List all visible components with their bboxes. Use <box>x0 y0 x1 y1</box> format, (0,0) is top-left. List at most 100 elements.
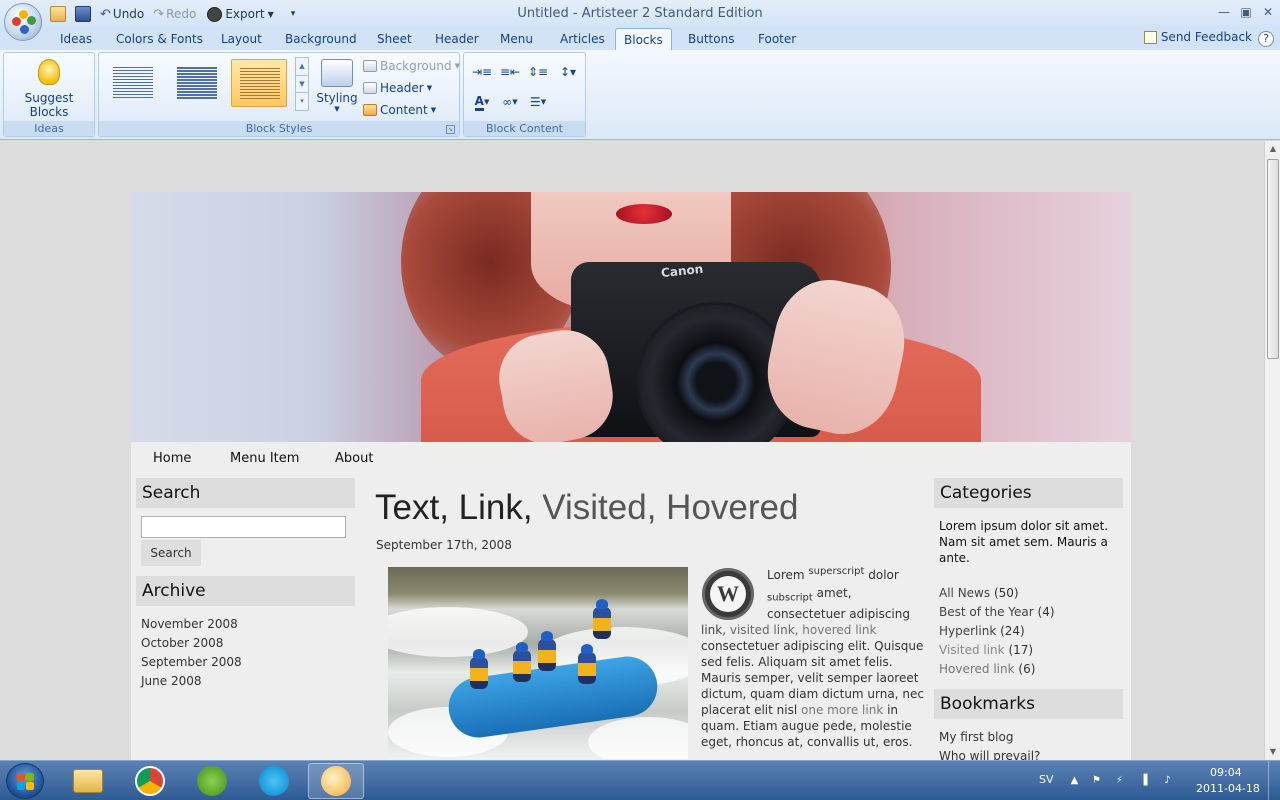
start-button[interactable] <box>6 763 44 799</box>
block-style-option-1[interactable] <box>105 59 161 107</box>
action-center-icon[interactable]: ⚑ <box>1090 775 1103 787</box>
post-visited-link[interactable]: visited link, <box>730 623 799 637</box>
taskbar-artisteer[interactable] <box>308 763 364 799</box>
font-color-icon[interactable]: A ▼ <box>468 93 496 111</box>
tab-sheet[interactable]: Sheet <box>369 28 420 50</box>
suggest-blocks-button[interactable]: Suggest Blocks <box>6 59 92 119</box>
taskbar-skype[interactable] <box>246 763 302 799</box>
post-title-hovered: Hovered <box>666 488 799 527</box>
styling-button[interactable]: Styling ▼ <box>315 59 359 113</box>
link-style-icon[interactable]: ∞ ▼ <box>496 93 524 111</box>
category-name: Hovered link <box>939 662 1015 676</box>
clock-date[interactable]: 2011-04-18 <box>1196 782 1260 795</box>
bookmark-item[interactable]: Who will prevail? <box>939 749 1040 760</box>
nav-item-about[interactable]: About <box>335 451 373 466</box>
background-dropdown[interactable]: Background ▼ <box>363 57 460 75</box>
restore-button[interactable]: ▣ <box>1235 3 1257 21</box>
archive-item[interactable]: October 2008 <box>141 636 223 650</box>
show-hidden-icons[interactable]: ▲ <box>1068 775 1081 787</box>
subscript-text: subscript <box>767 592 813 604</box>
search-input[interactable] <box>141 516 346 538</box>
archive-item[interactable]: June 2008 <box>141 674 202 688</box>
vertical-scrollbar[interactable]: ▲ ▼ <box>1264 141 1280 760</box>
post-line-9a: placerat elit nisl <box>701 703 802 717</box>
lips-shape <box>616 204 672 224</box>
line-spacing-icon[interactable]: ⇕≡ <box>524 63 552 81</box>
archive-item[interactable]: September 2008 <box>141 655 242 669</box>
post-hovered-link[interactable]: hovered link <box>802 623 876 637</box>
outdent-icon[interactable]: ≡⇤ <box>496 63 524 81</box>
taskbar-chrome[interactable] <box>122 763 178 799</box>
wordpress-icon-inner: W <box>710 576 746 612</box>
header-dropdown[interactable]: Header ▼ <box>363 79 432 97</box>
feedback-icon <box>1143 30 1157 44</box>
windows-logo-icon <box>26 782 34 790</box>
orb-dot-icon <box>27 16 36 25</box>
clock-time[interactable]: 09:04 <box>1210 766 1242 779</box>
network-icon[interactable]: ▐ <box>1137 775 1150 787</box>
tab-background[interactable]: Background <box>277 28 365 50</box>
gallery-up-icon[interactable]: ▲ <box>296 58 308 75</box>
gallery-more-icon[interactable]: ▾ <box>296 92 308 109</box>
paragraph-spacing-icon[interactable]: ↕▾ <box>554 63 582 81</box>
post-title[interactable]: Text, Link, Visited, Hovered <box>375 488 798 528</box>
category-count: (50) <box>993 586 1019 600</box>
close-button[interactable]: ✕ <box>1257 3 1279 21</box>
tab-colors-fonts[interactable]: Colors & Fonts <box>108 28 211 50</box>
scrollbar-thumb[interactable] <box>1267 159 1279 359</box>
categories-text-line: Lorem ipsum dolor sit amet. <box>939 519 1109 533</box>
taskbar-spotify[interactable] <box>184 763 240 799</box>
power-icon[interactable]: ⚡ <box>1113 775 1126 787</box>
category-item[interactable]: All News (50) <box>939 586 1019 600</box>
tab-ideas[interactable]: Ideas <box>52 28 100 50</box>
block-style-option-2[interactable] <box>169 59 225 107</box>
block-style-preview <box>177 67 217 99</box>
lightbulb-icon <box>38 59 60 85</box>
scroll-up-icon[interactable]: ▲ <box>1265 141 1280 157</box>
one-more-link[interactable]: one more link <box>801 703 883 717</box>
taskbar-explorer[interactable] <box>60 763 116 799</box>
minimize-button[interactable]: — <box>1213 3 1235 21</box>
rafter <box>513 650 531 682</box>
show-desktop-button[interactable] <box>1268 761 1280 800</box>
nav-item-home[interactable]: Home <box>153 451 191 466</box>
language-indicator[interactable]: SV <box>1039 773 1054 786</box>
gallery-down-icon[interactable]: ▼ <box>296 75 308 92</box>
scroll-down-icon[interactable]: ▼ <box>1265 744 1280 760</box>
tab-buttons[interactable]: Buttons <box>680 28 742 50</box>
block-style-option-3-selected[interactable] <box>231 59 287 107</box>
tab-footer[interactable]: Footer <box>750 28 804 50</box>
bullet-list-icon[interactable]: ☰ ▼ <box>524 93 552 111</box>
category-item[interactable]: Visited link (17) <box>939 643 1033 657</box>
tab-blocks[interactable]: Blocks <box>615 28 672 50</box>
help-button[interactable]: ? <box>1258 31 1274 47</box>
content-dropdown[interactable]: Content ▼ <box>363 101 436 119</box>
category-item[interactable]: Best of the Year (4) <box>939 605 1055 619</box>
design-preview-area: Canon Home Menu Item About Search Search… <box>0 141 1264 760</box>
category-item[interactable]: Hovered link (6) <box>939 662 1035 676</box>
category-item[interactable]: Hyperlink (24) <box>939 624 1025 638</box>
helmet <box>596 599 608 609</box>
archive-item[interactable]: November 2008 <box>141 617 238 631</box>
post-link[interactable]: link, <box>701 623 726 637</box>
categories-text-line: Nam sit amet sem. Mauris a <box>939 535 1108 549</box>
search-button[interactable]: Search <box>141 540 201 566</box>
tab-header[interactable]: Header <box>427 28 487 50</box>
tab-menu[interactable]: Menu <box>492 28 541 50</box>
bookmark-item[interactable]: My first blog <box>939 730 1013 744</box>
nav-item-menu-item[interactable]: Menu Item <box>230 451 299 466</box>
category-count: (6) <box>1018 662 1036 676</box>
indent-icon[interactable]: ⇥≡ <box>468 63 496 81</box>
send-feedback-button[interactable]: Send Feedback <box>1143 30 1252 44</box>
volume-icon[interactable]: ♪ <box>1161 775 1174 787</box>
header-image: Canon <box>131 192 1131 442</box>
application-menu-button[interactable] <box>4 3 42 41</box>
tab-articles[interactable]: Articles <box>552 28 613 50</box>
windows-taskbar: SV ▲ ⚑ ⚡ ▐ ♪ 09:04 2011-04-18 <box>0 760 1280 800</box>
gallery-scroll[interactable]: ▲ ▼ ▾ <box>295 57 309 111</box>
tab-layout[interactable]: Layout <box>213 28 270 50</box>
post-line-9b: in <box>883 703 899 717</box>
category-name: Visited link <box>939 643 1005 657</box>
block-content-group: ⇥≡ ≡⇤ ⇕≡ ↕▾ A ▼ ∞ ▼ ☰ ▼ Block Content <box>463 52 586 137</box>
dialog-launcher-icon[interactable]: ↘ <box>446 125 455 134</box>
